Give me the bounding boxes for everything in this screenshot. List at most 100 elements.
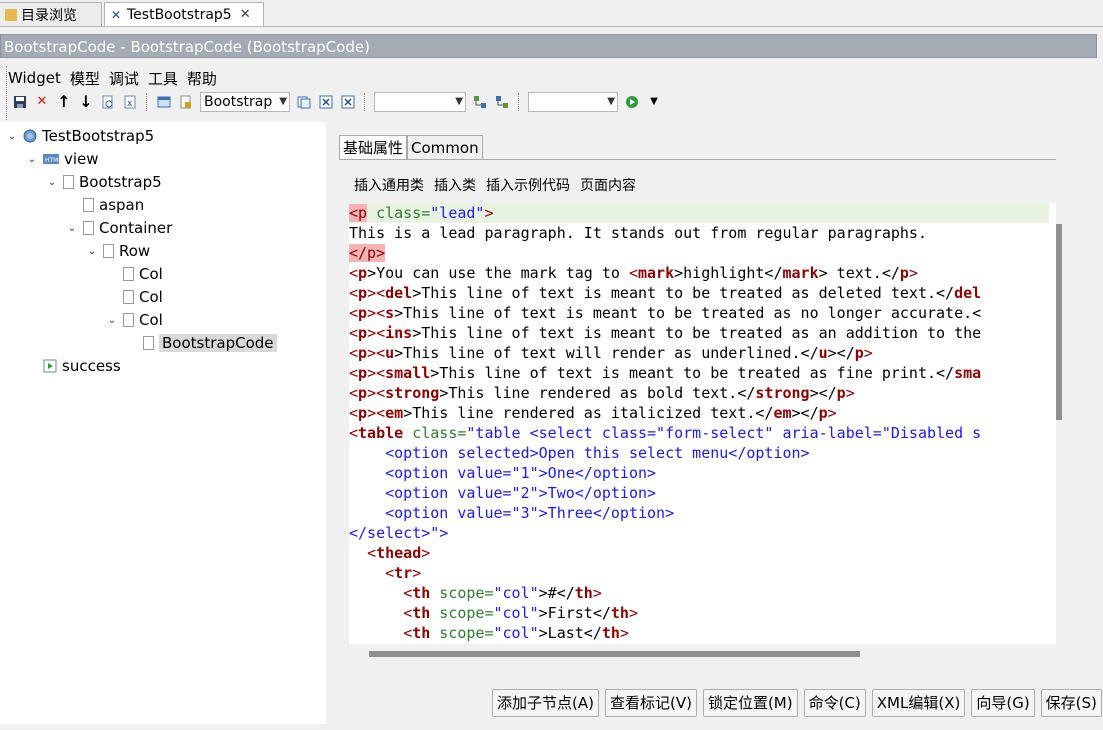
save-icon[interactable] bbox=[12, 94, 28, 110]
tree-node-label: Col bbox=[139, 311, 163, 329]
run-target-select[interactable]: ▼ bbox=[528, 92, 618, 112]
chevron-down-icon[interactable]: ⌄ bbox=[106, 315, 118, 326]
insert-toolbar: 插入通用类 插入类 插入示例代码 页面内容 bbox=[354, 175, 636, 195]
code-line: <p><del>This line of text is meant to be… bbox=[349, 284, 982, 302]
wizard-button[interactable]: 向导(G) bbox=[971, 689, 1035, 717]
tree-node-label: Col bbox=[139, 265, 163, 283]
code-line: <p><strong>This line rendered as bold te… bbox=[349, 384, 855, 402]
code-line: <th scope="col">#</th> bbox=[403, 584, 602, 602]
code-line: <p><u>This line of text will render as u… bbox=[349, 344, 873, 362]
window-icon[interactable] bbox=[156, 94, 172, 110]
toolbar: ✕ ↑ ↓ x Bootstrap ▼ ▼ ▼ ▼ bbox=[12, 91, 662, 113]
chevron-down-icon: ▼ bbox=[455, 96, 463, 107]
tree-node-testbootstrap5[interactable]: ⌄ TestBootstrap5 bbox=[6, 125, 154, 147]
svg-text:HTML: HTML bbox=[45, 157, 59, 164]
tree-node-view[interactable]: ⌄ HTML view bbox=[26, 148, 99, 170]
save-button[interactable]: 保存(S) bbox=[1040, 689, 1102, 717]
insert-class-link[interactable]: 插入类 bbox=[434, 175, 476, 195]
svg-text:x: x bbox=[127, 99, 133, 109]
page-icon bbox=[83, 198, 94, 212]
tree-node-col-3[interactable]: ⌄ Col bbox=[106, 309, 163, 331]
menu-widget[interactable]: Widget bbox=[8, 69, 61, 87]
arrow-down-icon[interactable]: ↓ bbox=[78, 94, 94, 110]
menu-tools[interactable]: 工具 bbox=[148, 68, 178, 89]
tab-testbootstrap5[interactable]: ✕ TestBootstrap5 ✕ bbox=[104, 2, 264, 26]
play-page-icon bbox=[43, 359, 57, 373]
run-dropdown-icon[interactable]: ▼ bbox=[646, 94, 662, 110]
component-select[interactable]: Bootstrap ▼ bbox=[200, 92, 290, 112]
tab-label: TestBootstrap5 bbox=[127, 6, 232, 23]
code-line: <th scope="col">Last</th> bbox=[403, 624, 629, 642]
tab-basic-properties[interactable]: 基础属性 bbox=[339, 135, 408, 159]
code-line: <p><em>This line rendered as italicized … bbox=[349, 404, 837, 422]
lock-position-button[interactable]: 锁定位置(M) bbox=[702, 689, 798, 717]
chevron-down-icon: ▼ bbox=[607, 96, 615, 107]
code-line: <option value="3">Three</option> bbox=[349, 504, 675, 522]
page-content-link[interactable]: 页面内容 bbox=[580, 175, 636, 195]
code-line: <th scope="col">First</th> bbox=[403, 604, 638, 622]
delete-icon[interactable]: ✕ bbox=[34, 94, 50, 110]
tree-edit-icon[interactable] bbox=[494, 94, 510, 110]
action-buttons: 添加子节点(A) 查看标记(V) 锁定位置(M) 命令(C) XML编辑(X) … bbox=[492, 689, 1102, 717]
zoom-page-icon[interactable] bbox=[100, 94, 116, 110]
tree-node-col-1[interactable]: Col bbox=[106, 263, 163, 285]
close-icon[interactable]: ✕ bbox=[240, 7, 251, 22]
chevron-down-icon[interactable]: ⌄ bbox=[86, 246, 98, 257]
copy-page-icon[interactable] bbox=[296, 94, 312, 110]
tree-node-container[interactable]: ⌄ Container bbox=[66, 217, 173, 239]
tree-node-col-2[interactable]: Col bbox=[106, 286, 163, 308]
insert-sample-code-link[interactable]: 插入示例代码 bbox=[486, 175, 570, 195]
xml-edit-button[interactable]: XML编辑(X) bbox=[871, 689, 966, 717]
code-line: <p><ins>This line of text is meant to be… bbox=[349, 324, 982, 342]
code-line: <p>You can use the mark tag to <mark>hig… bbox=[349, 264, 918, 282]
tree-node-bootstrap5[interactable]: ⌄ Bootstrap5 bbox=[46, 171, 162, 193]
tree-node-label: TestBootstrap5 bbox=[42, 127, 155, 145]
code-line: <thead> bbox=[367, 544, 431, 562]
chevron-down-icon[interactable]: ⌄ bbox=[66, 223, 78, 234]
run-icon[interactable] bbox=[624, 94, 640, 110]
arrow-up-icon[interactable]: ↑ bbox=[56, 94, 72, 110]
xml-doc-icon[interactable]: x bbox=[122, 94, 138, 110]
tree-node-success[interactable]: success bbox=[26, 355, 121, 377]
tab-common[interactable]: Common bbox=[407, 135, 483, 159]
insert-common-class-link[interactable]: 插入通用类 bbox=[354, 175, 424, 195]
menu-debug[interactable]: 调试 bbox=[109, 68, 139, 89]
page-icon bbox=[123, 290, 134, 304]
page-icon bbox=[63, 175, 74, 189]
command-button[interactable]: 命令(C) bbox=[803, 689, 866, 717]
chevron-down-icon: ▼ bbox=[279, 96, 287, 107]
tab-label: 目录浏览 bbox=[21, 7, 77, 24]
folder-icon bbox=[5, 8, 17, 21]
xml-close-icon[interactable] bbox=[318, 94, 334, 110]
attribute-select[interactable]: ▼ bbox=[374, 92, 466, 112]
chevron-down-icon[interactable]: ⌄ bbox=[46, 177, 58, 188]
xml-remove-icon[interactable] bbox=[340, 94, 356, 110]
toolbar-separator bbox=[364, 93, 366, 111]
menu-help[interactable]: 帮助 bbox=[187, 68, 217, 89]
globe-icon bbox=[23, 129, 37, 143]
add-child-node-button[interactable]: 添加子节点(A) bbox=[492, 689, 599, 717]
vertical-scrollbar[interactable] bbox=[1056, 224, 1062, 420]
lock-page-icon[interactable] bbox=[178, 94, 194, 110]
chevron-down-icon[interactable]: ⌄ bbox=[26, 154, 38, 165]
page-icon bbox=[83, 221, 94, 235]
code-editor[interactable]: <p class="lead"> This is a lead paragrap… bbox=[349, 203, 1056, 644]
property-tabs: 基础属性 Common bbox=[339, 135, 483, 159]
tree-node-label: Row bbox=[119, 242, 151, 260]
tree-node-aspan[interactable]: aspan bbox=[66, 194, 144, 216]
tree-node-row[interactable]: ⌄ Row bbox=[86, 240, 150, 262]
tree-add-icon[interactable] bbox=[472, 94, 488, 110]
html-icon: HTML bbox=[43, 154, 59, 164]
code-line: <p><s>This line of text is meant to be t… bbox=[349, 304, 982, 322]
tree-node-label: view bbox=[64, 150, 99, 168]
menu-model[interactable]: 模型 bbox=[70, 68, 100, 89]
tree-node-bootstrapcode[interactable]: BootstrapCode bbox=[126, 332, 277, 354]
code-line: <option selected>Open this select menu</… bbox=[349, 444, 810, 462]
page-icon bbox=[103, 244, 114, 258]
horizontal-scrollbar[interactable] bbox=[369, 651, 860, 657]
chevron-down-icon[interactable]: ⌄ bbox=[6, 131, 18, 142]
code-line: <p class="lead"> bbox=[349, 203, 1049, 223]
view-markup-button[interactable]: 查看标记(V) bbox=[604, 689, 697, 717]
tab-directory-browse[interactable]: 目录浏览 bbox=[0, 2, 102, 26]
tab-divider bbox=[339, 159, 1056, 160]
